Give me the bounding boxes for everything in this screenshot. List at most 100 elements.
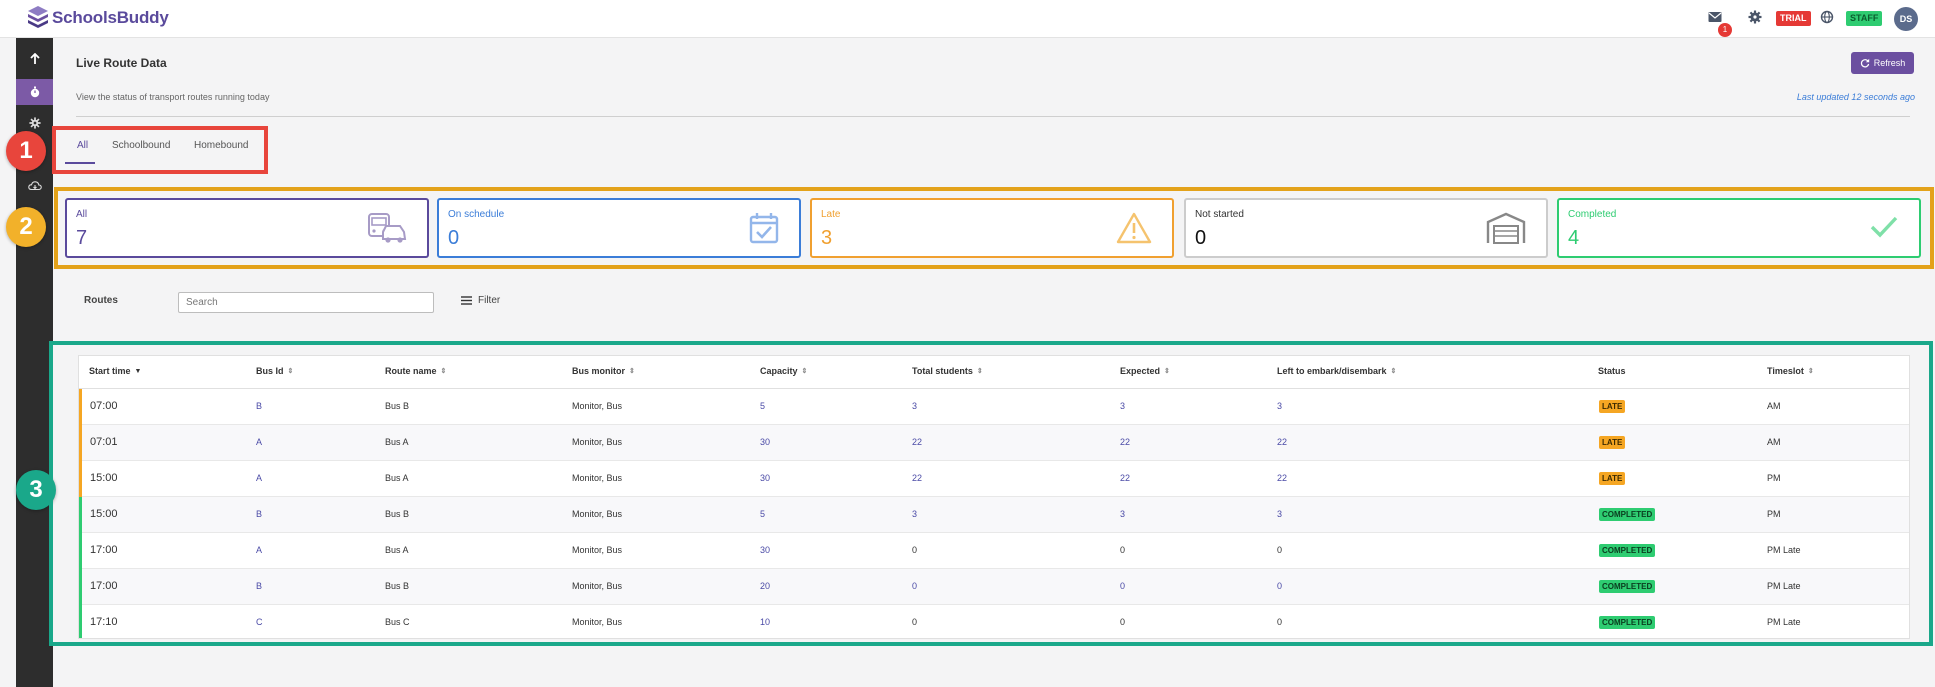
status-card-completed[interactable]: Completed 4 xyxy=(1557,198,1921,258)
sort-icon: ⇕ xyxy=(801,368,808,375)
cell-capacity[interactable]: 30 xyxy=(760,437,770,447)
column-header-status: Status xyxy=(1598,366,1626,376)
cell-expected[interactable]: 3 xyxy=(1120,401,1125,411)
column-header-expected[interactable]: Expected ⇕ xyxy=(1120,366,1170,376)
page-title: Live Route Data xyxy=(76,56,167,70)
gear-icon xyxy=(1748,10,1762,24)
cell-total-students[interactable]: 3 xyxy=(912,509,917,519)
table-row[interactable]: 15:00 B Bus B Monitor, Bus 5 3 3 3 COMPL… xyxy=(79,497,1909,533)
column-header-route-name[interactable]: Route name ⇕ xyxy=(385,366,446,376)
cell-start-time: 15:00 xyxy=(90,472,118,484)
cell-bus-monitor: Monitor, Bus xyxy=(572,509,623,519)
cell-bus-monitor: Monitor, Bus xyxy=(572,473,623,483)
status-badge: COMPLETED xyxy=(1599,508,1656,521)
cell-bus-id[interactable]: B xyxy=(256,509,262,519)
cell-total-students: 0 xyxy=(912,617,918,627)
tab-homebound[interactable]: Homebound xyxy=(194,140,248,151)
table-row[interactable]: 15:00 A Bus A Monitor, Bus 30 22 22 22 L… xyxy=(79,461,1909,497)
cell-bus-id[interactable]: B xyxy=(256,581,262,591)
cell-total-students[interactable]: 0 xyxy=(912,581,917,591)
arrow-up-icon xyxy=(29,53,40,64)
column-header-left-to-embark[interactable]: Left to embark/disembark ⇕ xyxy=(1277,366,1396,376)
table-row[interactable]: 07:01 A Bus A Monitor, Bus 30 22 22 22 L… xyxy=(79,425,1909,461)
sidebar-item-live-routes[interactable] xyxy=(16,79,53,105)
mail-button[interactable]: 1 xyxy=(1708,11,1732,37)
column-header-capacity[interactable]: Capacity ⇕ xyxy=(760,366,807,376)
cell-capacity[interactable]: 5 xyxy=(760,509,765,519)
cell-total-students[interactable]: 3 xyxy=(912,401,917,411)
cell-start-time: 15:00 xyxy=(90,508,118,520)
gear-icon xyxy=(28,117,41,129)
tab-schoolbound[interactable]: Schoolbound xyxy=(112,140,170,151)
sort-icon: ⇕ xyxy=(287,368,294,375)
app-logo[interactable]: SchoolsBuddy xyxy=(26,5,169,31)
language-button[interactable] xyxy=(1820,10,1834,27)
status-card-all[interactable]: All 7 xyxy=(65,198,429,258)
mail-icon xyxy=(1708,12,1722,22)
sidebar-item-export[interactable] xyxy=(16,46,53,72)
cell-expected[interactable]: 0 xyxy=(1120,581,1125,591)
header-divider xyxy=(76,116,1910,117)
cell-total-students[interactable]: 22 xyxy=(912,437,922,447)
status-badge: LATE xyxy=(1599,436,1626,449)
cell-bus-id[interactable]: B xyxy=(256,401,262,411)
cell-expected[interactable]: 3 xyxy=(1120,509,1125,519)
cell-left-to-embark[interactable]: 3 xyxy=(1277,509,1282,519)
cell-bus-id[interactable]: A xyxy=(256,545,262,555)
cell-expected[interactable]: 22 xyxy=(1120,437,1130,447)
cell-left-to-embark[interactable]: 22 xyxy=(1277,473,1287,483)
refresh-button[interactable]: Refresh xyxy=(1851,52,1914,74)
table-row[interactable]: 17:10 C Bus C Monitor, Bus 10 0 0 0 COMP… xyxy=(79,605,1909,638)
table-row[interactable]: 17:00 A Bus A Monitor, Bus 30 0 0 0 COMP… xyxy=(79,533,1909,569)
cell-total-students[interactable]: 22 xyxy=(912,473,922,483)
cell-bus-id[interactable]: C xyxy=(256,617,263,627)
routes-label: Routes xyxy=(84,295,118,306)
column-label: Status xyxy=(1598,366,1626,376)
settings-button[interactable] xyxy=(1748,10,1762,27)
card-value: 3 xyxy=(821,227,833,249)
status-card-late[interactable]: Late 3 xyxy=(810,198,1174,258)
topbar-actions: 1 TRIAL STAFF DS xyxy=(1708,7,1918,37)
status-card-on-schedule[interactable]: On schedule 0 xyxy=(437,198,801,258)
filter-button[interactable]: Filter xyxy=(461,295,500,306)
column-header-total-students[interactable]: Total students ⇕ xyxy=(912,366,983,376)
column-header-bus-id[interactable]: Bus Id ⇕ xyxy=(256,366,293,376)
sort-icon: ⇕ xyxy=(1164,368,1170,375)
cell-capacity[interactable]: 20 xyxy=(760,581,770,591)
cell-start-time: 07:00 xyxy=(90,400,118,412)
column-header-timeslot[interactable]: Timeslot ⇕ xyxy=(1767,366,1814,376)
page-subtitle: View the status of transport routes runn… xyxy=(76,92,270,102)
table-row[interactable]: 07:00 B Bus B Monitor, Bus 5 3 3 3 LATE … xyxy=(79,389,1909,425)
cell-capacity[interactable]: 30 xyxy=(760,473,770,483)
filter-lines-icon xyxy=(461,296,472,305)
cell-expected[interactable]: 22 xyxy=(1120,473,1130,483)
table-row[interactable]: 17:00 B Bus B Monitor, Bus 20 0 0 0 COMP… xyxy=(79,569,1909,605)
status-card-not-started[interactable]: Not started 0 xyxy=(1184,198,1548,258)
user-avatar[interactable]: DS xyxy=(1894,7,1918,31)
cell-left-to-embark[interactable]: 3 xyxy=(1277,401,1282,411)
cell-bus-id[interactable]: A xyxy=(256,437,262,447)
sidebar-item-cloud-download[interactable] xyxy=(16,173,53,199)
cell-left-to-embark[interactable]: 22 xyxy=(1277,437,1287,447)
cell-bus-id[interactable]: A xyxy=(256,473,262,483)
cell-capacity[interactable]: 30 xyxy=(760,545,770,555)
tab-all[interactable]: All xyxy=(77,140,88,151)
search-input[interactable] xyxy=(178,292,434,313)
cell-bus-monitor: Monitor, Bus xyxy=(572,437,623,447)
cell-left-to-embark[interactable]: 0 xyxy=(1277,581,1282,591)
column-header-bus-monitor[interactable]: Bus monitor ⇕ xyxy=(572,366,635,376)
callout-2: 2 xyxy=(6,207,46,247)
cell-bus-monitor: Monitor, Bus xyxy=(572,545,623,555)
refresh-icon xyxy=(1860,58,1869,68)
cell-bus-monitor: Monitor, Bus xyxy=(572,617,623,627)
active-tab-underline xyxy=(65,162,95,164)
row-status-bar xyxy=(79,605,82,638)
calendar-check-icon xyxy=(749,213,779,244)
column-label: Total students xyxy=(912,366,973,376)
card-label: On schedule xyxy=(448,209,505,220)
cell-capacity[interactable]: 10 xyxy=(760,617,770,627)
cell-left-to-embark: 0 xyxy=(1277,545,1283,555)
column-label: Expected xyxy=(1120,366,1161,376)
column-header-start-time[interactable]: Start time ▼ xyxy=(89,366,141,376)
cell-capacity[interactable]: 5 xyxy=(760,401,765,411)
